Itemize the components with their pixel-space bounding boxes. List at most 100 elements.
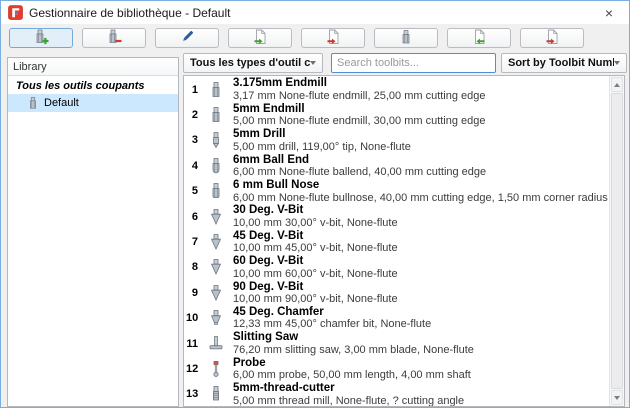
- tool-number: 7: [186, 236, 198, 248]
- doc-arrow-red-icon: [325, 29, 341, 48]
- tool-title: Probe: [233, 357, 471, 370]
- tool-row[interactable]: 4 6mm Ball End 6,00 mm None-flute ballen…: [184, 153, 609, 178]
- tool-number: 3: [186, 134, 198, 146]
- tool-title: 6mm Ball End: [233, 154, 486, 167]
- export-toolbit-button[interactable]: [301, 28, 365, 48]
- tool-row[interactable]: 10 45 Deg. Chamfer 12,33 mm 45,00° chamf…: [184, 306, 609, 331]
- window-title: Gestionnaire de bibliothèque - Default: [29, 6, 230, 20]
- tool-title: Slitting Saw: [233, 331, 474, 344]
- tool-subtitle: 12,33 mm 45,00° chamfer bit, None-flute: [233, 318, 431, 330]
- tool-row[interactable]: 5 6 mm Bull Nose 6,00 mm None-flute bull…: [184, 179, 609, 204]
- bullnose-tool-icon: [206, 182, 226, 200]
- toolbar: [1, 25, 629, 51]
- tool-number: 12: [186, 363, 198, 375]
- tool-subtitle: 10,00 mm 45,00° v-bit, None-flute: [233, 242, 398, 254]
- tool-subtitle: 5,00 mm None-flute endmill, 30,00 mm cut…: [233, 115, 486, 127]
- content-area: Library Tous les outils coupants Default…: [1, 51, 629, 408]
- sort-dropdown[interactable]: Sort by Toolbit Number: [501, 53, 627, 73]
- tool-subtitle: 10,00 mm 60,00° v-bit, None-flute: [233, 268, 398, 280]
- tool-subtitle: 3,17 mm None-flute endmill, 25,00 mm cut…: [233, 90, 486, 102]
- tool-list: 1 3.175mm Endmill 3,17 mm None-flute end…: [184, 76, 609, 406]
- tool-add-icon: [33, 29, 49, 48]
- endmill-tool-icon: [206, 106, 226, 124]
- import-toolbit-button[interactable]: [228, 28, 292, 48]
- tool-number: 8: [186, 261, 198, 273]
- tool-row[interactable]: 3 5mm Drill 5,00 mm drill, 119,00° tip, …: [184, 128, 609, 153]
- threadmill-tool-icon: [206, 385, 226, 403]
- arrow-down-icon: [614, 396, 620, 400]
- tool-title: 45 Deg. V-Bit: [233, 230, 398, 243]
- library-manager-window: Gestionnaire de bibliothèque - Default ×…: [0, 0, 630, 408]
- library-panel: Library Tous les outils coupants Default: [7, 57, 179, 407]
- add-toolbit-button[interactable]: [9, 28, 73, 48]
- tool-number: 13: [186, 388, 198, 400]
- tool-number: 11: [186, 338, 198, 350]
- tool-subtitle: 6,00 mm None-flute bullnose, 40,00 mm cu…: [233, 192, 608, 204]
- tool-row[interactable]: 1 3.175mm Endmill 3,17 mm None-flute end…: [184, 77, 609, 102]
- import-library-button[interactable]: [447, 28, 511, 48]
- tool-title: 30 Deg. V-Bit: [233, 204, 398, 217]
- tool-subtitle: 6,00 mm probe, 50,00 mm length, 4,00 mm …: [233, 369, 471, 381]
- library-panel-header-label: Library: [13, 61, 47, 73]
- tool-subtitle: 6,00 mm None-flute ballend, 40,00 mm cut…: [233, 166, 486, 178]
- create-toolbit-button[interactable]: [374, 28, 438, 48]
- tool-subtitle: 5,00 mm drill, 119,00° tip, None-flute: [233, 141, 411, 153]
- tool-row[interactable]: 6 30 Deg. V-Bit 10,00 mm 30,00° v-bit, N…: [184, 204, 609, 229]
- tool-row[interactable]: 8 60 Deg. V-Bit 10,00 mm 60,00° v-bit, N…: [184, 255, 609, 280]
- scroll-down-button[interactable]: [611, 390, 623, 405]
- toolbit-icon: [398, 29, 414, 48]
- tool-remove-icon: [106, 29, 122, 48]
- tool-row[interactable]: 12 Probe 6,00 mm probe, 50,00 mm length,…: [184, 356, 609, 381]
- close-icon[interactable]: ×: [589, 1, 629, 25]
- drill-tool-icon: [206, 131, 226, 149]
- library-item-default[interactable]: Default: [8, 94, 178, 112]
- probe-tool-icon: [206, 360, 226, 378]
- ballend-tool-icon: [206, 157, 226, 175]
- search-toolbits-input[interactable]: [331, 53, 496, 73]
- tool-type-filter-value: Tous les types d'outil coupant: [190, 57, 310, 69]
- slittingsaw-tool-icon: [206, 335, 226, 353]
- tool-title: 6 mm Bull Nose: [233, 179, 608, 192]
- tool-row[interactable]: 2 5mm Endmill 5,00 mm None-flute endmill…: [184, 102, 609, 127]
- doc-arrow-green-left-icon: [471, 29, 487, 48]
- tool-row[interactable]: 13 5mm-thread-cutter 5,00 mm thread mill…: [184, 382, 609, 406]
- library-root-item[interactable]: Tous les outils coupants: [8, 79, 178, 94]
- vbit-tool-icon: [206, 284, 226, 302]
- tool-number: 4: [186, 160, 198, 172]
- doc-arrow-red-icon: [544, 29, 560, 48]
- tool-title: 3.175mm Endmill: [233, 77, 486, 90]
- tool-row[interactable]: 9 90 Deg. V-Bit 10,00 mm 90,00° v-bit, N…: [184, 280, 609, 305]
- remove-toolbit-button[interactable]: [82, 28, 146, 48]
- arrow-up-icon: [614, 83, 620, 87]
- tool-row[interactable]: 11 Slitting Saw 76,20 mm slitting saw, 3…: [184, 331, 609, 356]
- tool-number: 6: [186, 211, 198, 223]
- tool-subtitle: 76,20 mm slitting saw, 3,00 mm blade, No…: [233, 344, 474, 356]
- sort-dropdown-value: Sort by Toolbit Number: [508, 57, 614, 69]
- scrollbar-track[interactable]: [611, 93, 623, 389]
- titlebar: Gestionnaire de bibliothèque - Default ×: [1, 1, 629, 25]
- tool-type-filter-dropdown[interactable]: Tous les types d'outil coupant: [183, 53, 323, 73]
- library-panel-header: Library: [8, 58, 178, 76]
- chamfer-tool-icon: [206, 309, 226, 327]
- freecad-app-icon: [8, 5, 23, 20]
- edit-toolbit-button[interactable]: [155, 28, 219, 48]
- doc-arrow-green-icon: [252, 29, 268, 48]
- tool-row[interactable]: 7 45 Deg. V-Bit 10,00 mm 45,00° v-bit, N…: [184, 229, 609, 254]
- tool-subtitle: 10,00 mm 30,00° v-bit, None-flute: [233, 217, 398, 229]
- toolbit-icon: [26, 96, 40, 110]
- tool-number: 2: [186, 109, 198, 121]
- vbit-tool-icon: [206, 233, 226, 251]
- scroll-up-button[interactable]: [611, 77, 623, 92]
- pencil-icon: [179, 29, 195, 48]
- export-library-button[interactable]: [520, 28, 584, 48]
- toolbit-list-panel: 1 3.175mm Endmill 3,17 mm None-flute end…: [183, 75, 625, 407]
- chevron-down-icon: [614, 61, 620, 65]
- vertical-scrollbar[interactable]: [609, 76, 624, 406]
- tool-title: 5mm Endmill: [233, 103, 486, 116]
- tool-number: 10: [186, 312, 198, 324]
- tool-number: 9: [186, 287, 198, 299]
- filter-row: Tous les types d'outil coupant Sort by T…: [183, 53, 627, 73]
- tool-subtitle: 10,00 mm 90,00° v-bit, None-flute: [233, 293, 398, 305]
- vbit-tool-icon: [206, 258, 226, 276]
- scrollbar-thumb[interactable]: [611, 93, 623, 389]
